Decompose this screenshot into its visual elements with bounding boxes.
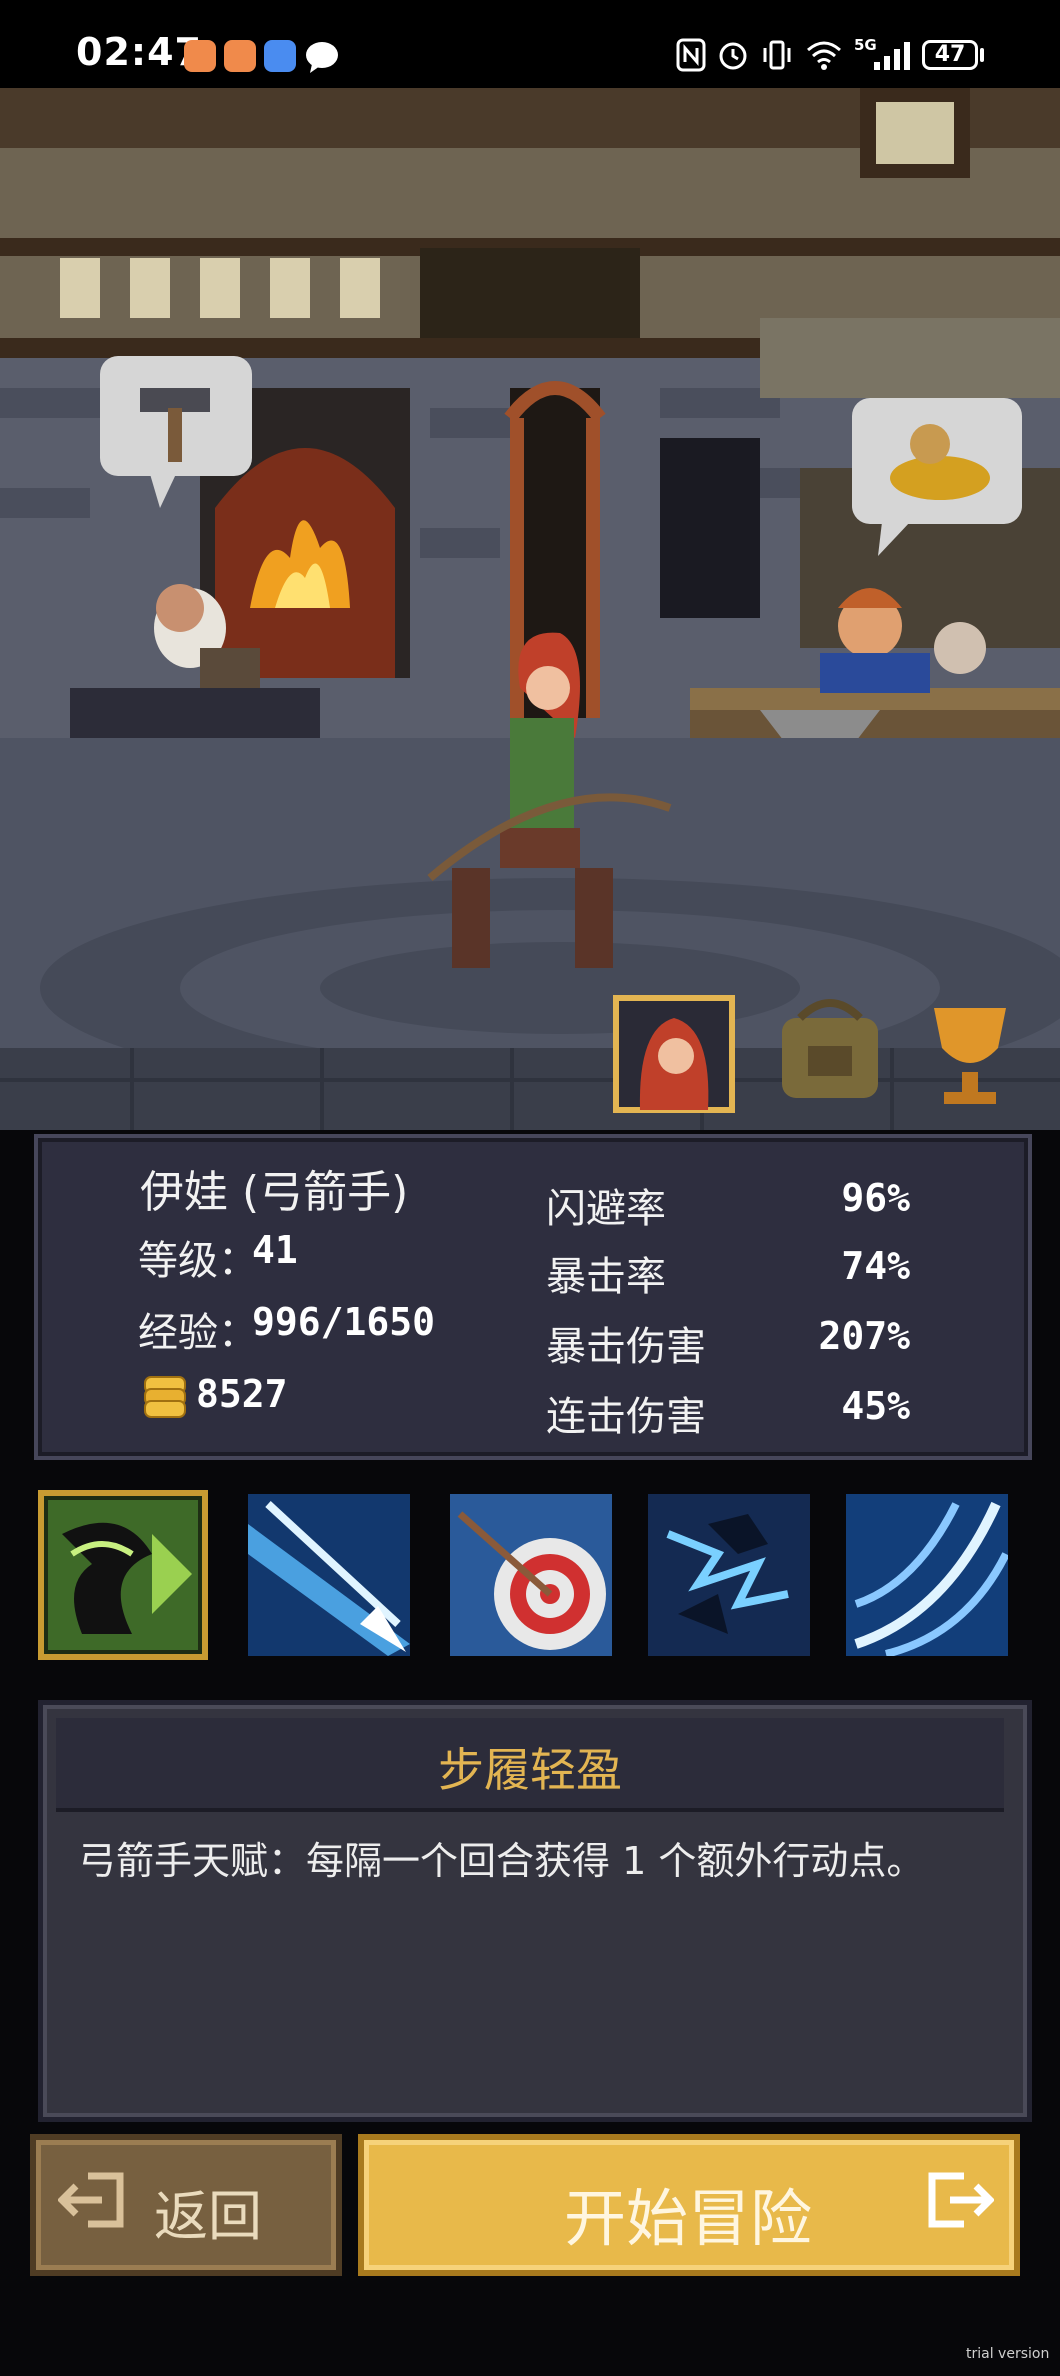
battery-cap: [980, 48, 984, 62]
alarm-icon: [719, 42, 747, 70]
stat-label: 连击伤害: [546, 1394, 706, 1440]
skill-title: 步履轻盈: [438, 1743, 622, 1797]
bullseye-shot-icon[interactable]: [450, 1494, 612, 1656]
hero-name: 伊娃 (弓箭手): [140, 1167, 409, 1218]
back-label: 返回: [154, 2185, 262, 2248]
start-label: 开始冒险: [564, 2182, 813, 2255]
exp-label: 经验：: [138, 1310, 258, 1356]
stat-value: 207%: [818, 1314, 910, 1358]
app-notification-icon: [184, 40, 216, 72]
gold-coin-icon: [140, 1376, 186, 1418]
nfc-icon: [676, 38, 706, 72]
lightning-raven-icon[interactable]: [648, 1494, 810, 1656]
stat-value: 74%: [841, 1244, 910, 1288]
chat-icon: [306, 42, 338, 73]
gold-value: 8527: [196, 1372, 288, 1416]
swift-step-icon[interactable]: [38, 1490, 208, 1660]
status-bar: 02:47 5G 47: [0, 0, 1060, 88]
app-notification-icon: [224, 40, 256, 72]
skill-description: 弓箭手天赋：每隔一个回合获得 1 个额外行动点。: [78, 1839, 925, 1883]
app-notification-icon: [264, 40, 296, 72]
stat-label: 暴击伤害: [546, 1324, 706, 1370]
back-button[interactable]: 返回: [30, 2134, 342, 2276]
start-adventure-button[interactable]: 开始冒险: [358, 2134, 1020, 2276]
stat-label: 闪避率: [546, 1186, 666, 1232]
level-value: 41: [252, 1228, 298, 1272]
wind-swirl-icon[interactable]: [846, 1494, 1010, 1658]
stat-label: 暴击率: [546, 1254, 666, 1300]
enter-icon: [928, 2172, 994, 2228]
stat-value: 45%: [841, 1384, 910, 1428]
scene-art: [0, 88, 1060, 1130]
wifi-icon: [807, 41, 841, 70]
tavern-scene: [0, 88, 1060, 1130]
signal-icon: [874, 42, 910, 70]
exit-icon: [58, 2172, 124, 2228]
stat-value: 96%: [841, 1176, 910, 1220]
piercing-arrow-icon[interactable]: [248, 1494, 410, 1656]
watermark: trial version: [966, 2346, 1050, 2362]
battery-level: 47: [934, 42, 966, 67]
level-label: 等级：: [138, 1238, 258, 1284]
exp-value: 996/1650: [252, 1300, 436, 1344]
vibrate-icon: [763, 40, 791, 70]
